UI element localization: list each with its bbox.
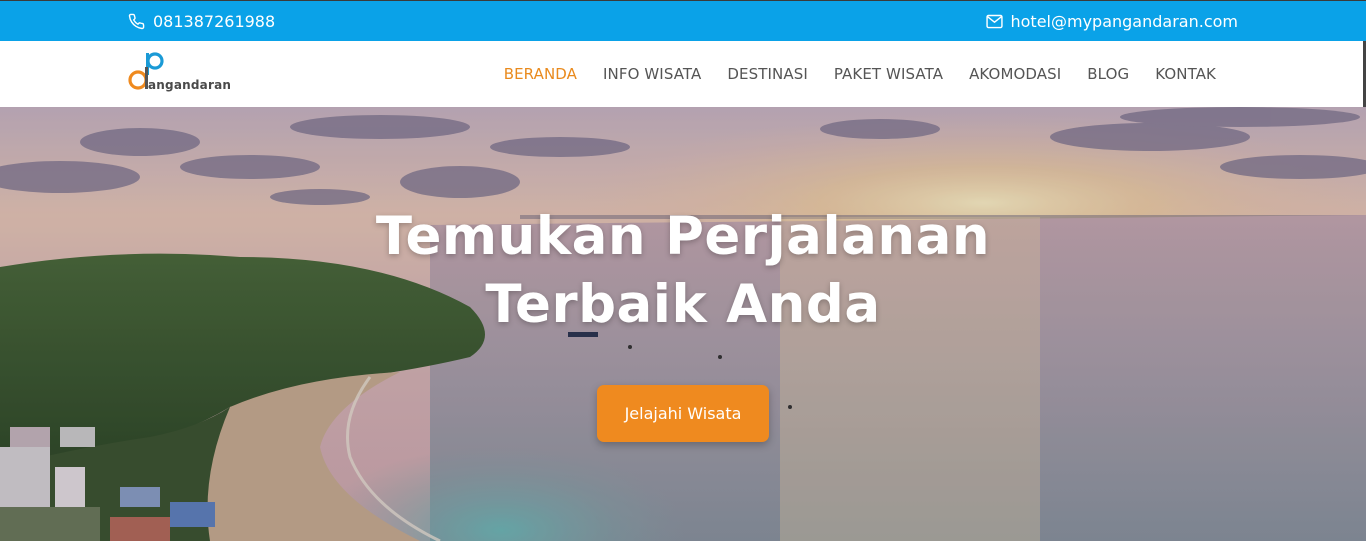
- phone-number: 081387261988: [153, 12, 276, 31]
- main-navbar: angandaran BERANDA INFO WISATA DESTINASI…: [0, 41, 1366, 107]
- logo-text: angandaran: [148, 78, 232, 92]
- hero-title: Temukan Perjalanan Terbaik Anda: [0, 203, 1366, 339]
- phone-contact[interactable]: 081387261988: [128, 1, 275, 42]
- envelope-icon: [985, 14, 1003, 29]
- nav-item-blog[interactable]: BLOG: [1087, 65, 1129, 83]
- nav-item-akomodasi[interactable]: AKOMODASI: [969, 65, 1061, 83]
- top-contact-bar: 081387261988 hotel@mypangandaran.com: [0, 0, 1366, 41]
- phone-icon: [128, 13, 145, 30]
- email-address: hotel@mypangandaran.com: [1010, 12, 1239, 31]
- hero-section: Temukan Perjalanan Terbaik Anda Jelajahi…: [0, 107, 1366, 541]
- hero-title-line-2: Terbaik Anda: [485, 274, 881, 335]
- main-menu: BERANDA INFO WISATA DESTINASI PAKET WISA…: [504, 41, 1216, 107]
- nav-item-info-wisata[interactable]: INFO WISATA: [603, 65, 701, 83]
- explore-tours-button[interactable]: Jelajahi Wisata: [597, 385, 769, 442]
- nav-item-beranda[interactable]: BERANDA: [504, 65, 577, 83]
- site-logo[interactable]: angandaran: [127, 51, 237, 97]
- email-contact[interactable]: hotel@mypangandaran.com: [985, 1, 1239, 42]
- hero-title-line-1: Temukan Perjalanan: [375, 206, 991, 267]
- nav-item-destinasi[interactable]: DESTINASI: [727, 65, 807, 83]
- nav-item-kontak[interactable]: KONTAK: [1155, 65, 1216, 83]
- nav-item-paket-wisata[interactable]: PAKET WISATA: [834, 65, 943, 83]
